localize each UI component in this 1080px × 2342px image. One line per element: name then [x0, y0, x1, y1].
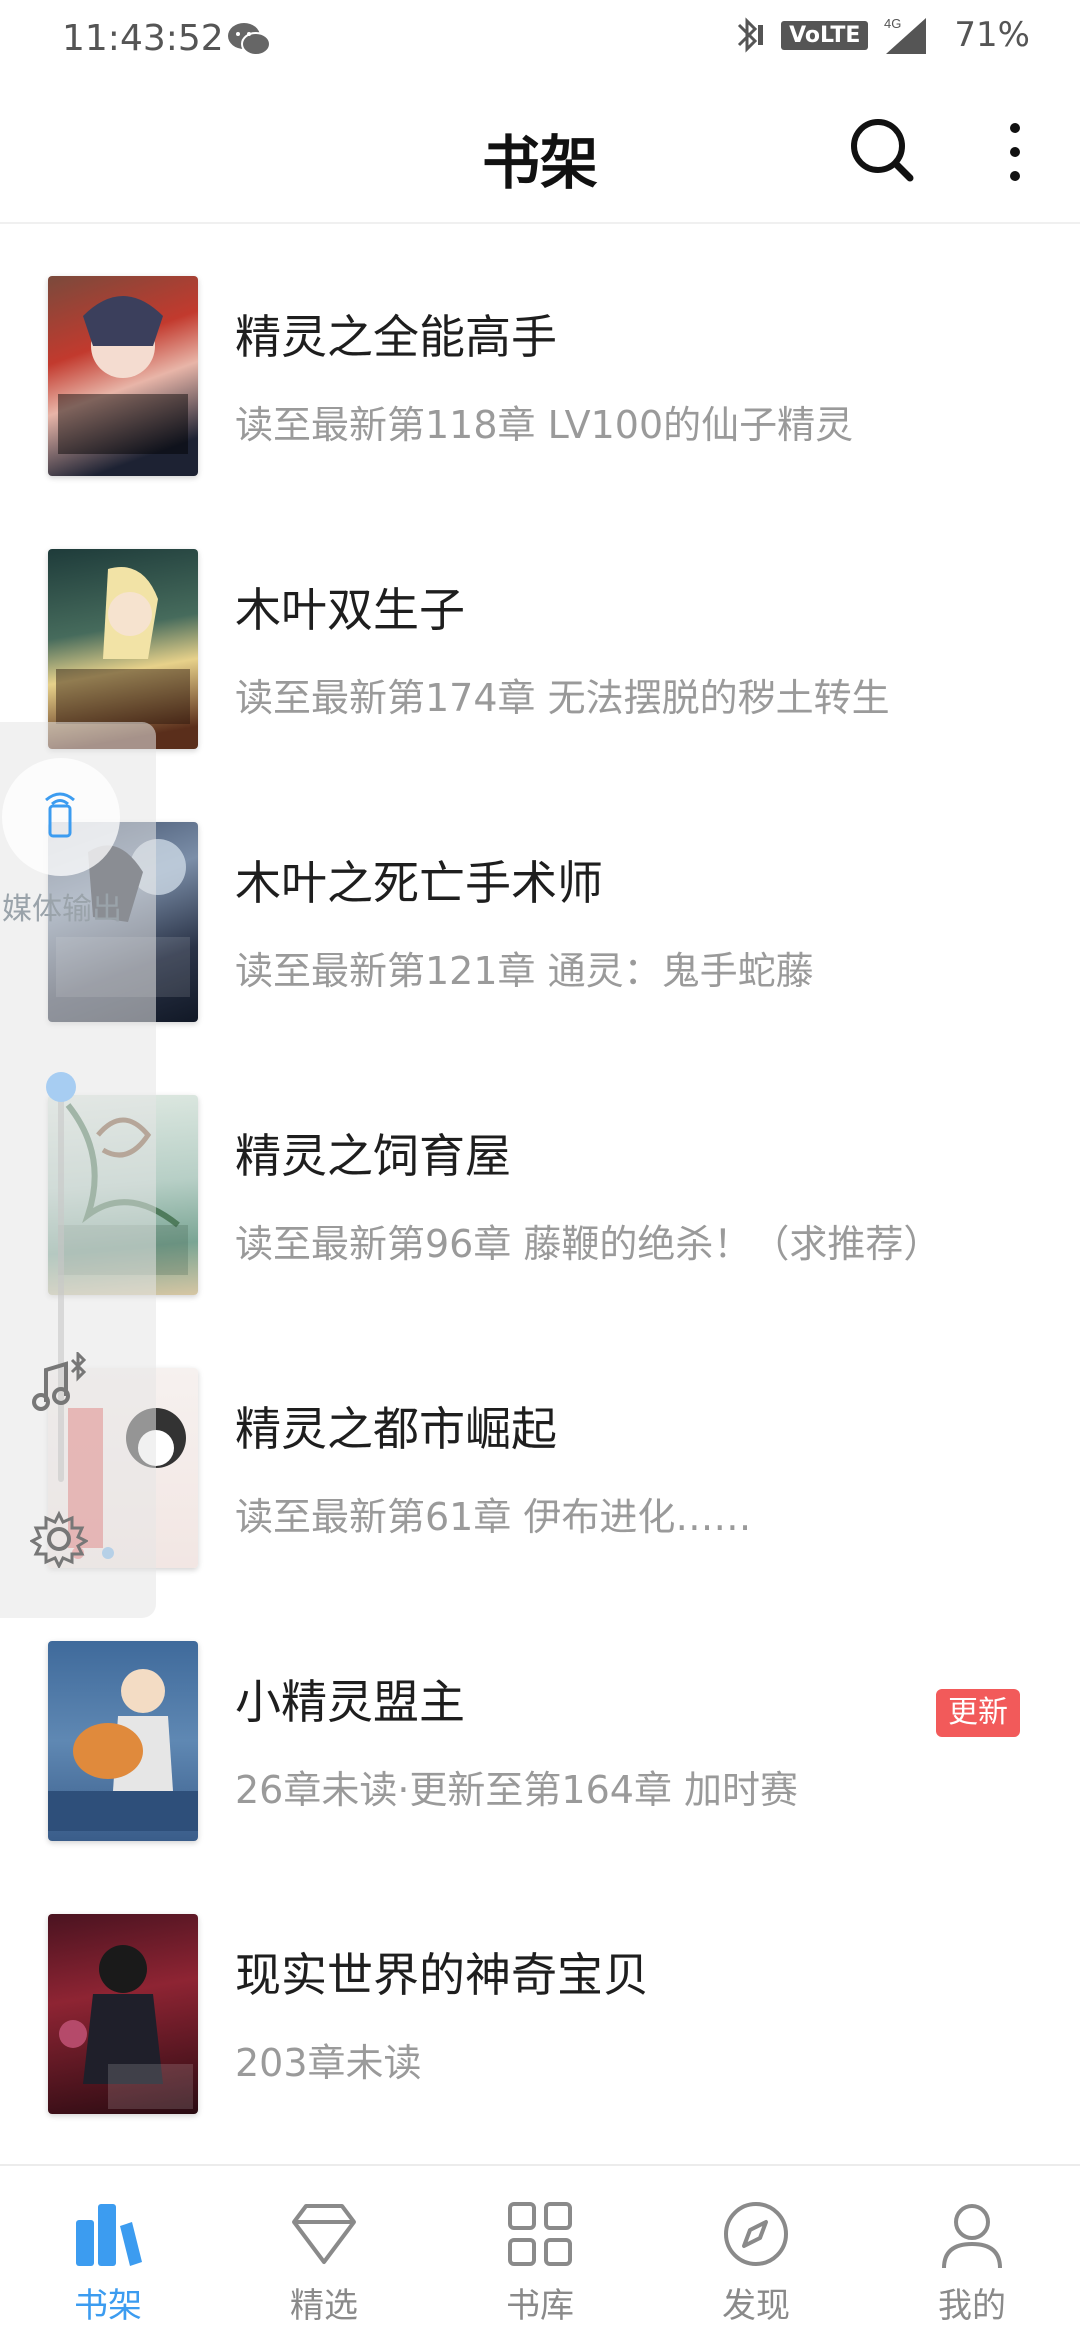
book-item[interactable]: 现实世界的神奇宝贝 203章未读 — [0, 1862, 1080, 2135]
wechat-icon — [228, 23, 271, 56]
nav-discover[interactable]: 发现 — [648, 2166, 864, 2342]
nav-profile[interactable]: 我的 — [864, 2166, 1080, 2342]
search-icon[interactable] — [846, 114, 918, 186]
book-progress: 读至最新第118章 LV100的仙子精灵 — [235, 403, 854, 447]
book-item[interactable]: 木叶之死亡手术师 读至最新第121章 通灵：鬼手蛇藤 — [0, 770, 1080, 1043]
book-title: 木叶之死亡手术师 — [235, 856, 603, 910]
nav-bookshelf[interactable]: 书架 — [0, 2166, 216, 2342]
music-bluetooth-icon[interactable] — [30, 1352, 92, 1418]
book-cover[interactable] — [48, 1641, 198, 1841]
book-title: 精灵之都市崛起 — [235, 1402, 557, 1456]
signal-icon: 4G — [884, 16, 927, 54]
app-bar: 书架 — [0, 80, 1080, 224]
bottom-nav: 书架 精选 书库 发现 我的 — [0, 2164, 1080, 2342]
book-item[interactable]: 木叶双生子 读至最新第174章 无法摆脱的秽土转生 — [0, 497, 1080, 770]
book-item[interactable]: 小精灵盟主 26章未读·更新至第164章 加时赛 更新 — [0, 1589, 1080, 1862]
book-title: 现实世界的神奇宝贝 — [235, 1948, 649, 2002]
battery-level: 71% — [954, 15, 1030, 55]
book-progress: 读至最新第61章 伊布进化…… — [235, 1495, 752, 1539]
book-title: 小精灵盟主 — [235, 1675, 465, 1729]
bluetooth-icon — [738, 17, 764, 53]
book-progress: 读至最新第174章 无法摆脱的秽土转生 — [235, 676, 890, 720]
grid-icon — [508, 2202, 572, 2266]
volume-slider[interactable] — [58, 1082, 64, 1482]
nav-label: 我的 — [938, 2286, 1006, 2326]
cast-icon — [45, 792, 75, 838]
bookshelf-icon — [76, 2204, 142, 2266]
book-cover[interactable] — [48, 276, 198, 476]
book-progress: 读至最新第121章 通灵：鬼手蛇藤 — [235, 949, 814, 993]
book-title: 精灵之饲育屋 — [235, 1129, 511, 1183]
compass-icon — [724, 2202, 788, 2266]
nav-label: 发现 — [722, 2286, 790, 2326]
book-title: 精灵之全能高手 — [235, 310, 557, 364]
nav-label: 精选 — [290, 2286, 358, 2326]
diamond-icon — [292, 2204, 356, 2264]
book-item[interactable]: 精灵之全能高手 读至最新第118章 LV100的仙子精灵 — [0, 224, 1080, 497]
nav-label: 书库 — [506, 2286, 574, 2326]
nav-library[interactable]: 书库 — [432, 2166, 648, 2342]
book-cover[interactable] — [48, 1914, 198, 2114]
profile-icon — [942, 2204, 1002, 2269]
bookshelf-list: 精灵之全能高手 读至最新第118章 LV100的仙子精灵 木叶双生子 读至最新第… — [0, 224, 1080, 2135]
status-icons: VoLTE 4G 71% — [731, 14, 1030, 56]
volte-badge: VoLTE — [781, 20, 869, 50]
gear-icon[interactable] — [30, 1510, 88, 1568]
media-output-label: 媒体输出 — [2, 892, 122, 927]
status-bar: 11:43:52 VoLTE 4G 71% — [0, 0, 1080, 80]
book-progress: 203章未读 — [235, 2041, 422, 2085]
nav-featured[interactable]: 精选 — [216, 2166, 432, 2342]
book-progress: 26章未读·更新至第164章 加时赛 — [235, 1768, 799, 1812]
status-time: 11:43:52 — [62, 18, 224, 59]
book-item[interactable]: 精灵之都市崛起 读至最新第61章 伊布进化…… — [0, 1316, 1080, 1589]
book-progress: 读至最新第96章 藤鞭的绝杀！（求推荐） — [235, 1222, 942, 1266]
svg-text:4G: 4G — [884, 16, 901, 31]
book-title: 木叶双生子 — [235, 583, 465, 637]
book-item[interactable]: 精灵之饲育屋 读至最新第96章 藤鞭的绝杀！（求推荐） — [0, 1043, 1080, 1316]
nav-label: 书架 — [74, 2286, 142, 2326]
book-cover[interactable] — [48, 549, 198, 749]
media-output-panel[interactable]: 媒体输出 — [0, 722, 156, 1618]
more-vertical-icon[interactable] — [995, 116, 1035, 188]
volume-slider-knob[interactable] — [46, 1072, 76, 1102]
page-title: 书架 — [481, 129, 598, 197]
update-badge: 更新 — [936, 1689, 1020, 1737]
